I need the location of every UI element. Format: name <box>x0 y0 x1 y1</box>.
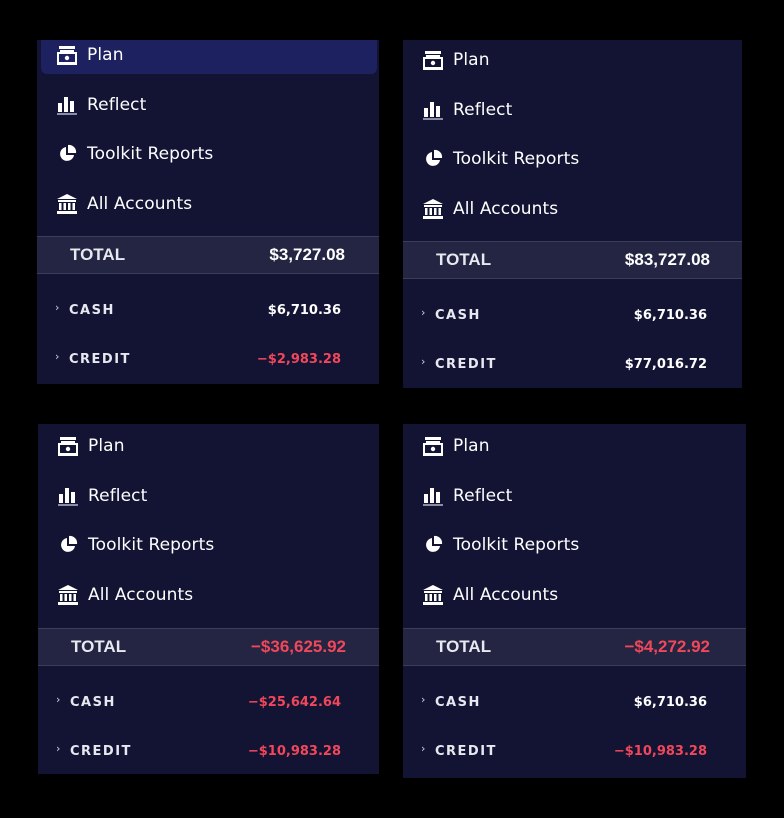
account-row-cash[interactable]: › CASH $6,710.36 <box>403 305 742 329</box>
bar-chart-icon <box>421 98 445 122</box>
pie-chart-icon <box>421 147 445 171</box>
bank-icon <box>421 197 445 221</box>
nav-label-all-accounts: All Accounts <box>453 199 559 219</box>
nav-label-toolkit-reports: Toolkit Reports <box>453 535 580 555</box>
total-value: $3,727.08 <box>269 245 345 264</box>
account-value: $77,016.72 <box>624 357 707 372</box>
nav-label-reflect: Reflect <box>87 95 147 115</box>
nav-item-all-accounts[interactable]: All Accounts <box>41 185 377 223</box>
bar-chart-icon <box>56 484 80 508</box>
total-label: TOTAL <box>70 245 126 264</box>
nav-label-all-accounts: All Accounts <box>453 585 559 605</box>
total-value: −$36,625.92 <box>250 637 346 656</box>
nav-label-reflect: Reflect <box>88 486 148 506</box>
bar-chart-icon <box>55 93 79 117</box>
account-row-credit[interactable]: › CREDIT −$10,983.28 <box>38 741 379 765</box>
nav-item-plan[interactable]: Plan <box>407 427 744 465</box>
bar-chart-icon <box>421 484 445 508</box>
chevron-right-icon[interactable]: › <box>56 742 60 755</box>
nav-item-reflect[interactable]: Reflect <box>407 477 744 515</box>
account-name: CASH <box>70 695 116 710</box>
total-row[interactable]: TOTAL −$4,272.92 <box>403 628 746 666</box>
account-name: CREDIT <box>69 352 131 367</box>
nav-item-toolkit-reports[interactable]: Toolkit Reports <box>407 140 740 178</box>
chevron-right-icon[interactable]: › <box>55 350 59 363</box>
pie-chart-icon <box>56 533 80 557</box>
nav-item-plan[interactable]: Plan <box>42 427 377 465</box>
total-label: TOTAL <box>436 250 492 269</box>
nav-item-reflect[interactable]: Reflect <box>42 477 377 515</box>
account-row-cash[interactable]: › CASH −$25,642.64 <box>38 692 379 716</box>
nav-label-toolkit-reports: Toolkit Reports <box>88 535 215 555</box>
pie-chart-icon <box>421 533 445 557</box>
nav-label-reflect: Reflect <box>453 486 513 506</box>
nav-item-reflect[interactable]: Reflect <box>407 91 740 129</box>
nav-item-toolkit-reports[interactable]: Toolkit Reports <box>407 526 744 564</box>
sidebar-panel-2: Plan Reflect Toolkit Reports All Account… <box>403 40 742 388</box>
pie-chart-icon <box>55 142 79 166</box>
nav-label-plan: Plan <box>87 45 124 65</box>
chevron-right-icon[interactable]: › <box>55 301 59 314</box>
total-row[interactable]: TOTAL $3,727.08 <box>37 236 379 274</box>
bank-icon <box>55 192 79 216</box>
nav-label-all-accounts: All Accounts <box>88 585 194 605</box>
account-value: −$25,642.64 <box>247 695 341 710</box>
account-row-cash[interactable]: › CASH $6,710.36 <box>403 692 746 716</box>
register-icon <box>421 434 445 458</box>
account-row-credit[interactable]: › CREDIT −$10,983.28 <box>403 741 746 765</box>
nav-item-all-accounts[interactable]: All Accounts <box>42 576 377 614</box>
total-label: TOTAL <box>436 637 492 656</box>
total-value: $83,727.08 <box>624 250 710 269</box>
sidebar-panel-1: Plan Reflect Toolkit Reports All Account… <box>37 40 379 384</box>
register-icon <box>421 48 445 72</box>
account-name: CASH <box>435 695 481 710</box>
sidebar-panel-3: Plan Reflect Toolkit Reports All Account… <box>38 424 379 774</box>
chevron-right-icon[interactable]: › <box>421 742 425 755</box>
nav-label-toolkit-reports: Toolkit Reports <box>453 149 580 169</box>
account-value: −$2,983.28 <box>256 352 341 367</box>
total-label: TOTAL <box>71 637 127 656</box>
nav-item-plan[interactable]: Plan <box>407 41 740 79</box>
nav-item-toolkit-reports[interactable]: Toolkit Reports <box>42 526 377 564</box>
account-value: $6,710.36 <box>633 695 707 710</box>
nav-item-reflect[interactable]: Reflect <box>41 86 377 124</box>
bank-icon <box>421 583 445 607</box>
account-name: CASH <box>69 303 115 318</box>
account-row-credit[interactable]: › CREDIT −$2,983.28 <box>37 349 379 373</box>
account-name: CREDIT <box>70 744 132 759</box>
nav-item-all-accounts[interactable]: All Accounts <box>407 576 744 614</box>
nav-label-toolkit-reports: Toolkit Reports <box>87 144 214 164</box>
nav-label-all-accounts: All Accounts <box>87 194 193 214</box>
account-row-cash[interactable]: › CASH $6,710.36 <box>37 300 379 324</box>
account-value: $6,710.36 <box>267 303 341 318</box>
chevron-right-icon[interactable]: › <box>421 306 425 319</box>
nav-item-plan[interactable]: Plan <box>41 40 377 74</box>
account-value: $6,710.36 <box>633 308 707 323</box>
nav-label-plan: Plan <box>453 50 490 70</box>
account-value: −$10,983.28 <box>613 744 707 759</box>
total-row[interactable]: TOTAL −$36,625.92 <box>38 628 379 666</box>
chevron-right-icon[interactable]: › <box>421 693 425 706</box>
bank-icon <box>56 583 80 607</box>
chevron-right-icon[interactable]: › <box>421 355 425 368</box>
account-row-credit[interactable]: › CREDIT $77,016.72 <box>403 354 742 378</box>
chevron-right-icon[interactable]: › <box>56 693 60 706</box>
nav-label-plan: Plan <box>88 436 125 456</box>
register-icon <box>55 43 79 67</box>
total-value: −$4,272.92 <box>624 637 710 656</box>
account-name: CASH <box>435 308 481 323</box>
account-name: CREDIT <box>435 744 497 759</box>
sidebar-panel-4: Plan Reflect Toolkit Reports All Account… <box>403 424 746 778</box>
nav-label-plan: Plan <box>453 436 490 456</box>
nav-label-reflect: Reflect <box>453 100 513 120</box>
register-icon <box>56 434 80 458</box>
account-name: CREDIT <box>435 357 497 372</box>
account-value: −$10,983.28 <box>247 744 341 759</box>
nav-item-toolkit-reports[interactable]: Toolkit Reports <box>41 135 377 173</box>
total-row[interactable]: TOTAL $83,727.08 <box>403 241 742 279</box>
nav-item-all-accounts[interactable]: All Accounts <box>407 190 740 228</box>
